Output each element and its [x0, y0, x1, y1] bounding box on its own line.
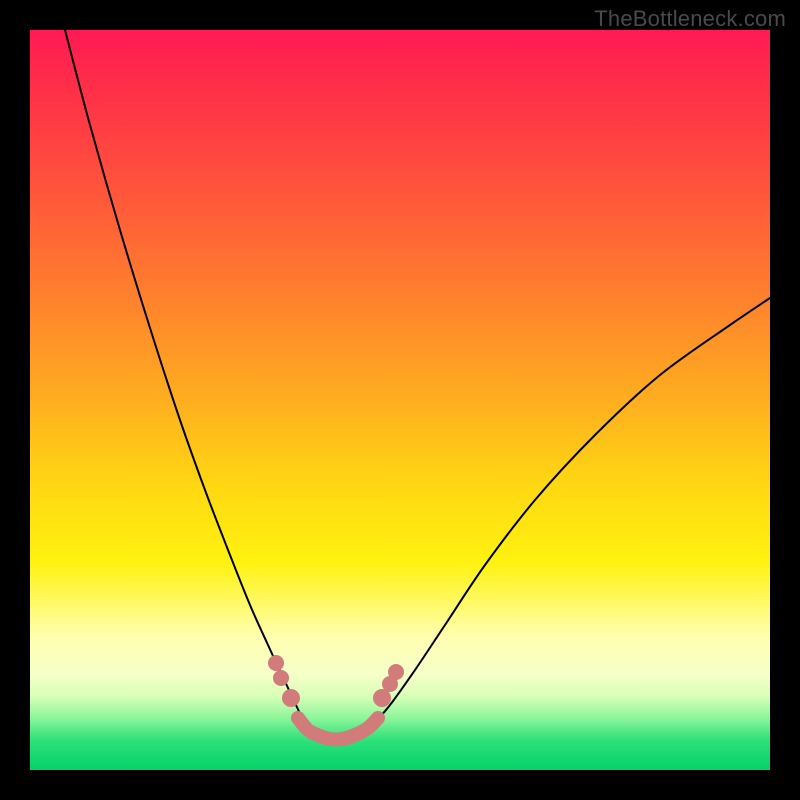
curve-layer [30, 30, 770, 770]
attribution-watermark: TheBottleneck.com [594, 6, 786, 32]
marker-dot [268, 655, 284, 671]
marker-group [268, 655, 404, 707]
marker-dot [273, 670, 289, 686]
marker-dot [282, 689, 300, 707]
curve-right-branch [370, 298, 770, 728]
outer-frame: TheBottleneck.com [0, 0, 800, 800]
plot-area [30, 30, 770, 770]
marker-dot [388, 664, 404, 680]
curve-left-branch [65, 30, 308, 730]
valley-highlight-stroke [298, 718, 378, 739]
